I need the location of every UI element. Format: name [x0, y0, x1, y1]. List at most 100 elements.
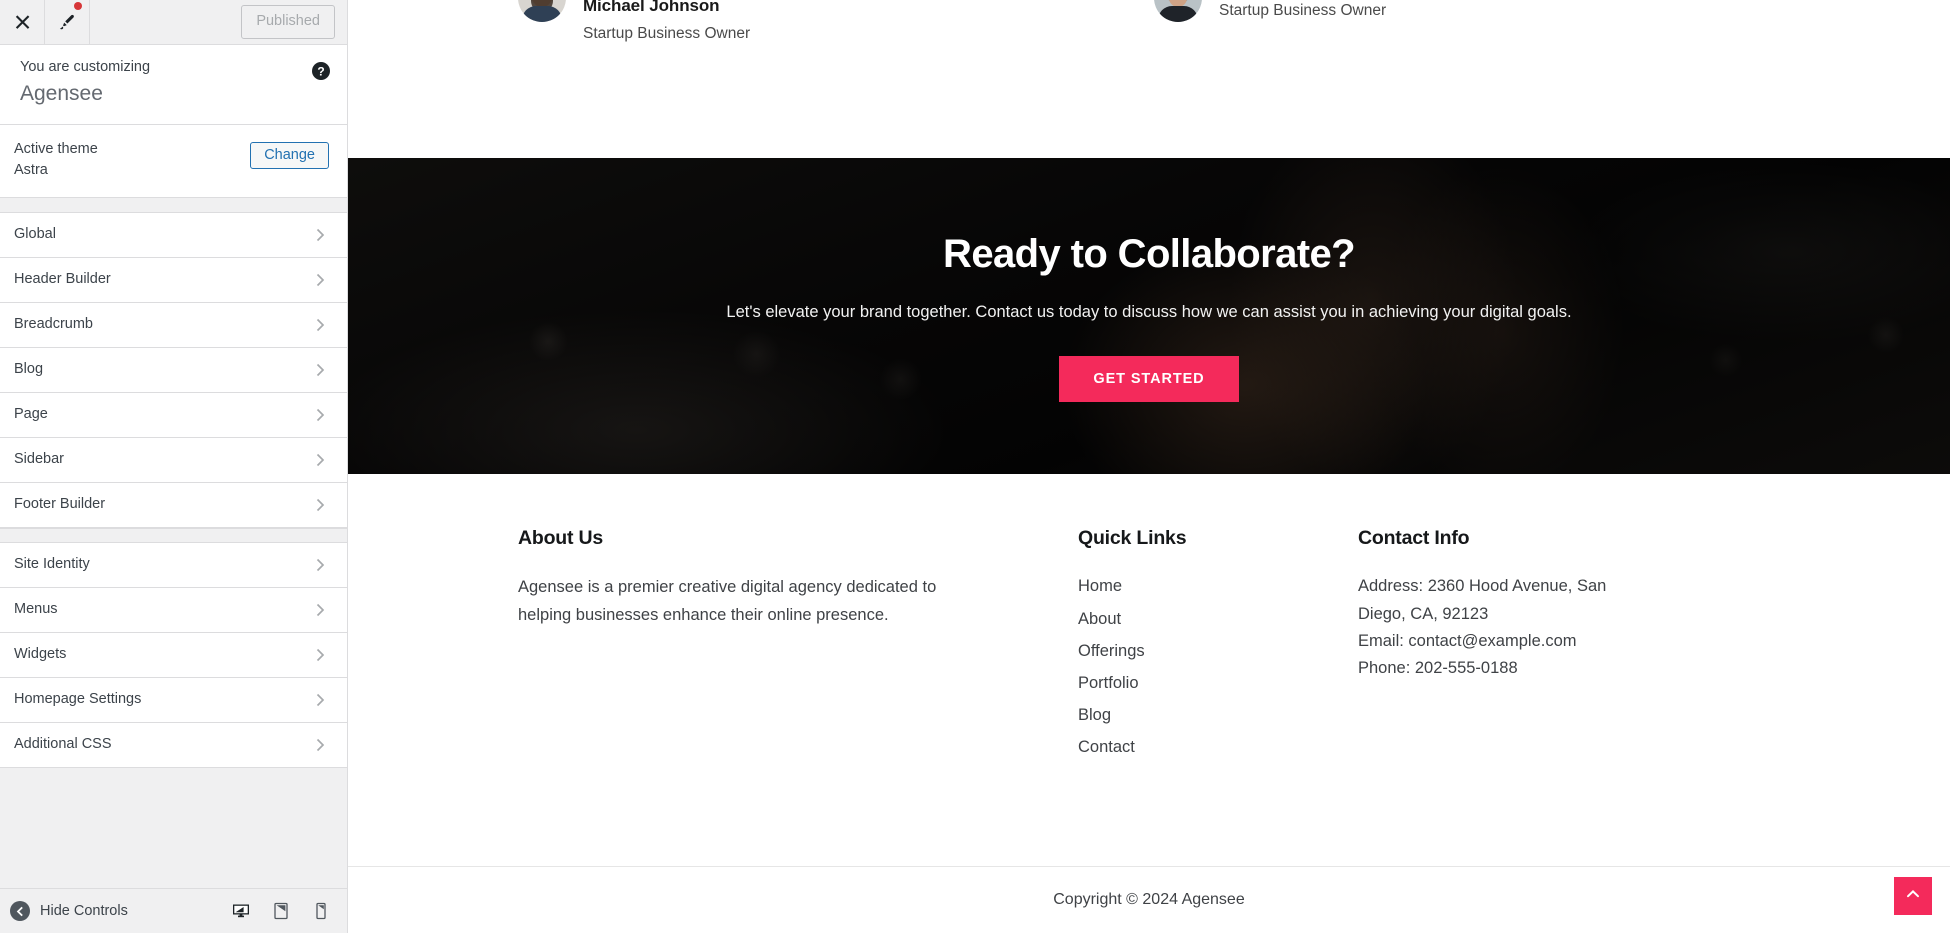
- get-started-button[interactable]: GET STARTED: [1059, 355, 1239, 402]
- chevron-right-icon: [313, 273, 327, 287]
- footer-link-contact[interactable]: Contact: [1078, 738, 1135, 756]
- sidebar-item-page[interactable]: Page: [0, 392, 347, 438]
- paintbrush-icon: [58, 13, 77, 32]
- avatar: [518, 0, 566, 22]
- sidebar-item-widgets[interactable]: Widgets: [0, 632, 347, 678]
- sidebar-item-global[interactable]: Global: [0, 212, 347, 258]
- chevron-right-icon: [313, 408, 327, 422]
- cta-subtitle: Let's elevate your brand together. Conta…: [726, 303, 1572, 322]
- active-theme-label: Active theme: [14, 140, 98, 157]
- chevron-right-icon: [313, 453, 327, 467]
- sidebar-item-header-builder[interactable]: Header Builder: [0, 257, 347, 303]
- testimonial-role: Startup Business Owner: [1219, 2, 1387, 19]
- change-theme-button[interactable]: Change: [250, 141, 329, 169]
- customizing-label: You are customizing: [20, 59, 151, 75]
- sidebar-item-label: Header Builder: [14, 271, 111, 288]
- publish-button[interactable]: Published: [241, 5, 335, 39]
- chevron-up-icon: [1905, 886, 1921, 907]
- sidebar-item-breadcrumb[interactable]: Breadcrumb: [0, 302, 347, 348]
- sidebar-item-label: Breadcrumb: [14, 316, 93, 333]
- footer-about-column: About Us Agensee is a premier creative d…: [518, 526, 1078, 767]
- footer-link-portfolio[interactable]: Portfolio: [1078, 674, 1139, 692]
- list-item: Home: [1078, 573, 1358, 600]
- footer-link-about[interactable]: About: [1078, 610, 1121, 628]
- testimonial-card: Michael Johnson Startup Business Owner: [518, 0, 750, 45]
- sidebar-item-label: Homepage Settings: [14, 691, 142, 708]
- publish-area: Published: [241, 0, 347, 44]
- customizing-header: You are customizing Agensee ?: [0, 45, 347, 125]
- chevron-right-icon: [313, 228, 327, 242]
- customizer-screen: Published You are customizing Agensee ? …: [0, 0, 1950, 933]
- notification-dot: [74, 2, 82, 10]
- footer-link-blog[interactable]: Blog: [1078, 706, 1111, 724]
- sidebar-empty-space: [0, 767, 347, 888]
- sidebar-item-label: Blog: [14, 361, 44, 378]
- customizer-panel-group-one: Global Header Builder Breadcrumb Blog Pa…: [0, 212, 347, 528]
- chevron-right-icon: [313, 498, 327, 512]
- sidebar-item-menus[interactable]: Menus: [0, 587, 347, 633]
- customizer-topbar: Published: [0, 0, 347, 45]
- customizer-footer: Hide Controls: [0, 888, 347, 933]
- sidebar-item-additional-css[interactable]: Additional CSS: [0, 722, 347, 768]
- close-customizer-button[interactable]: [0, 0, 45, 44]
- testimonials-strip: Michael Johnson Startup Business Owner S…: [348, 0, 1950, 158]
- sidebar-item-label: Global: [14, 226, 56, 243]
- avatar: [1154, 0, 1202, 22]
- site-name: Agensee: [20, 82, 103, 106]
- testimonial-card: Startup Business Owner: [1154, 0, 1386, 22]
- footer-link-offerings[interactable]: Offerings: [1078, 642, 1145, 660]
- sidebar-item-sidebar[interactable]: Sidebar: [0, 437, 347, 483]
- mobile-icon[interactable]: [309, 899, 333, 923]
- copyright-text: Copyright © 2024 Agensee: [1053, 891, 1245, 908]
- chevron-right-icon: [313, 693, 327, 707]
- chevron-right-icon: [313, 648, 327, 662]
- customize-styles-button[interactable]: [45, 0, 90, 44]
- footer-link-home[interactable]: Home: [1078, 577, 1122, 595]
- footer-copyright-bar: Copyright © 2024 Agensee: [348, 866, 1950, 933]
- footer-links-list: Home About Offerings Portfolio Blog Cont…: [1078, 573, 1358, 761]
- list-item: About: [1078, 606, 1358, 633]
- collapse-arrow-icon: [10, 901, 30, 921]
- active-theme-row: Active theme Astra Change: [0, 124, 347, 198]
- sidebar-item-site-identity[interactable]: Site Identity: [0, 542, 347, 588]
- scroll-to-top-button[interactable]: [1894, 877, 1932, 915]
- footer-contact-heading: Contact Info: [1358, 527, 1470, 549]
- hide-controls-label: Hide Controls: [40, 903, 128, 919]
- customizer-sidebar: Published You are customizing Agensee ? …: [0, 0, 348, 933]
- chevron-right-icon: [313, 603, 327, 617]
- device-preview-switcher: [229, 899, 333, 923]
- list-item: Portfolio: [1078, 670, 1358, 697]
- sidebar-item-label: Site Identity: [14, 556, 90, 573]
- customizer-panel-group-two: Site Identity Menus Widgets Homepage Set…: [0, 542, 347, 768]
- footer-about-heading: About Us: [518, 527, 604, 549]
- sidebar-item-label: Sidebar: [14, 451, 64, 468]
- site-preview: Michael Johnson Startup Business Owner S…: [348, 0, 1950, 933]
- sidebar-item-blog[interactable]: Blog: [0, 347, 347, 393]
- cta-title: Ready to Collaborate?: [943, 232, 1356, 277]
- list-item: Blog: [1078, 702, 1358, 729]
- sidebar-item-label: Widgets: [14, 646, 67, 663]
- cta-section: Ready to Collaborate? Let's elevate your…: [348, 158, 1950, 474]
- chevron-right-icon: [313, 318, 327, 332]
- sidebar-item-label: Menus: [14, 601, 58, 618]
- sidebar-item-homepage-settings[interactable]: Homepage Settings: [0, 677, 347, 723]
- footer-contact-column: Contact Info Address: 2360 Hood Avenue, …: [1358, 526, 1678, 767]
- desktop-icon[interactable]: [229, 899, 253, 923]
- list-item: Offerings: [1078, 638, 1358, 665]
- sidebar-item-label: Footer Builder: [14, 496, 106, 513]
- hide-controls-button[interactable]: Hide Controls: [10, 901, 128, 921]
- testimonial-name: Michael Johnson: [583, 0, 720, 15]
- help-icon[interactable]: ?: [311, 61, 331, 81]
- chevron-right-icon: [313, 738, 327, 752]
- site-footer: About Us Agensee is a premier creative d…: [348, 474, 1950, 767]
- svg-text:?: ?: [317, 65, 324, 79]
- tablet-icon[interactable]: [269, 899, 293, 923]
- close-icon: [14, 14, 31, 31]
- footer-quick-links-heading: Quick Links: [1078, 527, 1187, 549]
- active-theme-name: Astra: [14, 161, 48, 178]
- footer-contact-lines: Address: 2360 Hood Avenue, San Diego, CA…: [1358, 573, 1678, 683]
- sidebar-item-label: Additional CSS: [14, 736, 112, 753]
- chevron-right-icon: [313, 363, 327, 377]
- footer-about-text: Agensee is a premier creative digital ag…: [518, 578, 937, 624]
- sidebar-item-footer-builder[interactable]: Footer Builder: [0, 482, 347, 528]
